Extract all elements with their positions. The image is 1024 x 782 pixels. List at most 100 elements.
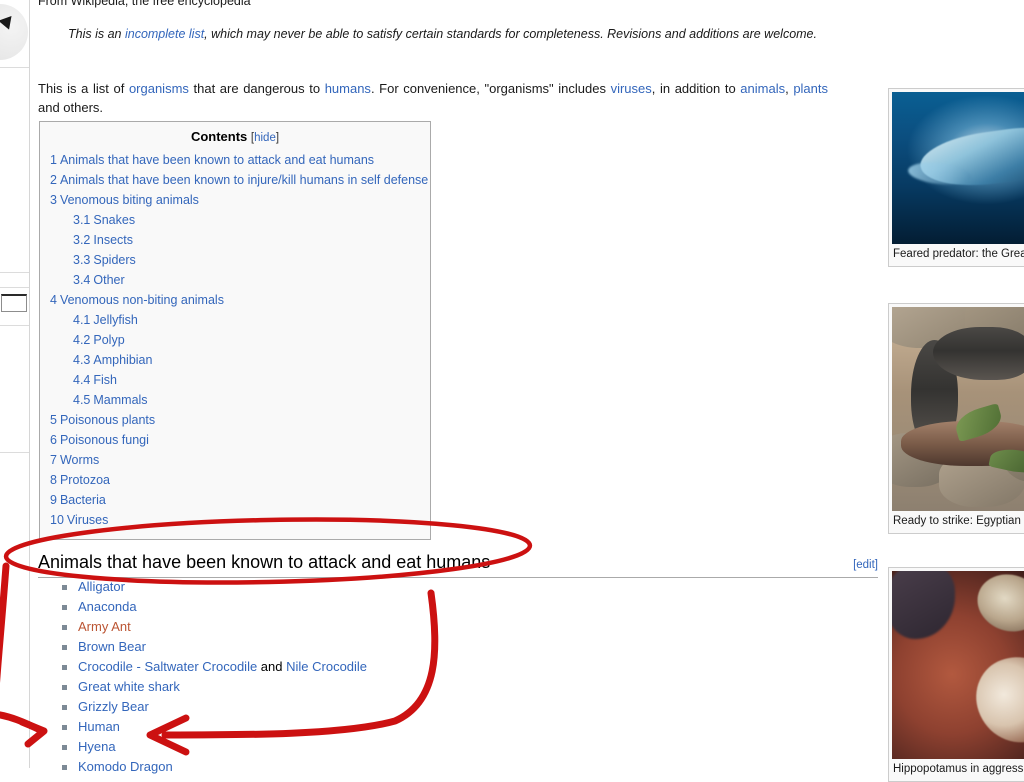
- animal-list: Alligator Anaconda Army Ant Brown Bear Croco…: [60, 577, 367, 777]
- toc-item-number: 3: [50, 193, 57, 207]
- toc-item[interactable]: 4.1 Jellyfish: [50, 310, 420, 330]
- toc-item-link[interactable]: 3 Venomous biting animals: [50, 193, 199, 207]
- toc-item-link[interactable]: 4.1 Jellyfish: [73, 313, 138, 327]
- animal-link[interactable]: Anaconda: [78, 599, 137, 614]
- toc-item-text: Fish: [93, 373, 118, 387]
- toc-item-number: 9: [50, 493, 57, 507]
- toc-item-link[interactable]: 3.4 Other: [73, 273, 125, 287]
- plants-link[interactable]: plants: [793, 81, 828, 96]
- site-subtitle: From Wikipedia, the free encyclopedia: [38, 0, 251, 8]
- toc-item[interactable]: 3.2 Insects: [50, 230, 420, 250]
- toc-item-link[interactable]: 7 Worms: [50, 453, 99, 467]
- toc-item-number: 4.5: [73, 393, 91, 407]
- animal-link[interactable]: Nile Crocodile: [286, 659, 367, 674]
- toc-item[interactable]: 3 Venomous biting animals: [50, 190, 420, 210]
- thumbnail-great-white-shark[interactable]: Feared predator: the Great White s: [888, 88, 1024, 267]
- toc-item-link[interactable]: 8 Protozoa: [50, 473, 110, 487]
- incomplete-list-link[interactable]: incomplete list: [125, 27, 204, 41]
- toc-item-number: 1: [50, 153, 57, 167]
- toc-item-link[interactable]: 4 Venomous non-biting animals: [50, 293, 224, 307]
- toc-item[interactable]: 4 Venomous non-biting animals: [50, 290, 420, 310]
- animal-link[interactable]: Human: [78, 719, 120, 734]
- toc-item[interactable]: 6 Poisonous fungi: [50, 430, 420, 450]
- animals-link[interactable]: animals: [740, 81, 785, 96]
- animal-link[interactable]: Grizzly Bear: [78, 699, 149, 714]
- list-item[interactable]: Alligator: [60, 577, 367, 597]
- animal-link[interactable]: Alligator: [78, 579, 125, 594]
- toc-item-number: 4.2: [73, 333, 91, 347]
- toc-item-text: Animals that have been known to injure/k…: [59, 173, 429, 187]
- viruses-link[interactable]: viruses: [611, 81, 652, 96]
- animal-link[interactable]: Army Ant: [78, 619, 131, 634]
- thumbnail-egyptian-cobra[interactable]: Ready to strike: Egyptian Cobra s: [888, 303, 1024, 534]
- list-item-text: and: [257, 659, 287, 674]
- animal-link[interactable]: Brown Bear: [78, 639, 146, 654]
- wikipedia-article-page: From Wikipedia, the free encyclopedia Th…: [0, 0, 1024, 782]
- toc-item[interactable]: 4.2 Polyp: [50, 330, 420, 350]
- list-item[interactable]: Hyena: [60, 737, 367, 757]
- toc-item[interactable]: 8 Protozoa: [50, 470, 420, 490]
- toc-title-label: Contents: [190, 129, 248, 144]
- toc-item[interactable]: 1 Animals that have been known to attack …: [50, 150, 420, 170]
- egyptian-cobra-photo[interactable]: [892, 307, 1024, 511]
- toc-item[interactable]: 10 Viruses: [50, 510, 420, 530]
- toc-item-link[interactable]: 1 Animals that have been known to attack …: [50, 153, 374, 167]
- toc-item-link[interactable]: 6 Poisonous fungi: [50, 433, 149, 447]
- edit-section-link[interactable]: [edit]: [853, 559, 878, 571]
- toc-item-link[interactable]: 4.4 Fish: [73, 373, 117, 387]
- thumbnail-caption: Ready to strike: Egyptian Cobra s: [893, 515, 1024, 527]
- toc-item-link[interactable]: 2 Animals that have been known to injure/…: [50, 173, 428, 187]
- list-item[interactable]: Grizzly Bear: [60, 697, 367, 717]
- thumbnail-hippopotamus[interactable]: Hippopotamus in aggressive pos: [888, 567, 1024, 782]
- list-item[interactable]: Crocodile - Saltwater Crocodile and Nile…: [60, 657, 367, 677]
- toc-toggle[interactable]: [hide]: [251, 132, 279, 144]
- toc-item-link[interactable]: 4.3 Amphibian: [73, 353, 152, 367]
- list-item[interactable]: Anaconda: [60, 597, 367, 617]
- toc-item[interactable]: 4.5 Mammals: [50, 390, 420, 410]
- list-item[interactable]: Human: [60, 717, 367, 737]
- toc-item-link[interactable]: 9 Bacteria: [50, 493, 106, 507]
- hippopotamus-photo[interactable]: [892, 571, 1024, 759]
- search-input[interactable]: [1, 294, 27, 312]
- toc-item[interactable]: 3.1 Snakes: [50, 210, 420, 230]
- toc-item[interactable]: 3.3 Spiders: [50, 250, 420, 270]
- animal-link[interactable]: Great white shark: [78, 679, 180, 694]
- incomplete-list-notice: This is an incomplete list, which may ne…: [38, 27, 888, 41]
- toc-item[interactable]: 9 Bacteria: [50, 490, 420, 510]
- list-item[interactable]: Brown Bear: [60, 637, 367, 657]
- wikipedia-globe-logo-icon[interactable]: [0, 4, 28, 60]
- sidebar-search-box[interactable]: [0, 287, 30, 327]
- toc-item-link[interactable]: 10 Viruses: [50, 513, 108, 527]
- toc-item-number: 7: [50, 453, 57, 467]
- notice-suffix: , which may never be able to satisfy cer…: [204, 27, 817, 41]
- great-white-shark-photo[interactable]: [892, 92, 1024, 244]
- toc-item-link[interactable]: 4.5 Mammals: [73, 393, 148, 407]
- toc-item-text: Protozoa: [59, 473, 110, 487]
- toc-item-number: 5: [50, 413, 57, 427]
- toc-item-number: 10: [50, 513, 64, 527]
- toc-item[interactable]: 4.4 Fish: [50, 370, 420, 390]
- organisms-link[interactable]: organisms: [129, 81, 189, 96]
- toc-item-link[interactable]: 3.1 Snakes: [73, 213, 135, 227]
- toc-item[interactable]: 4.3 Amphibian: [50, 350, 420, 370]
- toc-item[interactable]: 2 Animals that have been known to injure/…: [50, 170, 428, 190]
- toc-item[interactable]: 7 Worms: [50, 450, 420, 470]
- animal-link[interactable]: Komodo Dragon: [78, 759, 173, 774]
- animal-link[interactable]: Hyena: [78, 739, 116, 754]
- toc-item-text: Mammals: [93, 393, 148, 407]
- toc-item-link[interactable]: 3.2 Insects: [73, 233, 133, 247]
- toc-item-number: 3.2: [73, 233, 91, 247]
- toc-item-link[interactable]: 5 Poisonous plants: [50, 413, 155, 427]
- toc-item[interactable]: 3.4 Other: [50, 270, 420, 290]
- toc-item-text: Insects: [93, 233, 133, 247]
- toc-item[interactable]: 5 Poisonous plants: [50, 410, 420, 430]
- toc-item-link[interactable]: 3.3 Spiders: [73, 253, 136, 267]
- toc-hide-link[interactable]: hide: [254, 132, 276, 144]
- list-item[interactable]: Great white shark: [60, 677, 367, 697]
- list-item[interactable]: Army Ant: [60, 617, 367, 637]
- animal-link[interactable]: Crocodile - Saltwater Crocodile: [78, 659, 257, 674]
- list-item[interactable]: Komodo Dragon: [60, 757, 367, 777]
- toc-item-number: 4.1: [73, 313, 91, 327]
- toc-item-link[interactable]: 4.2 Polyp: [73, 333, 125, 347]
- humans-link[interactable]: humans: [325, 81, 371, 96]
